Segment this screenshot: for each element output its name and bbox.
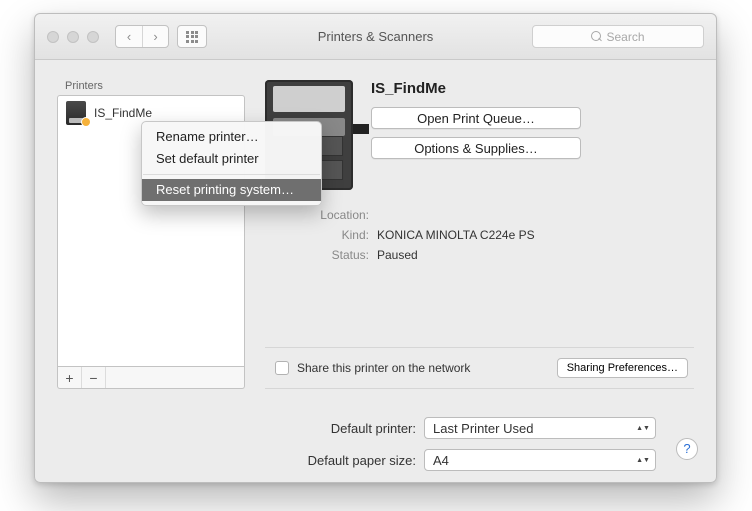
list-buttons: + − bbox=[57, 367, 245, 389]
forward-button[interactable]: › bbox=[142, 26, 168, 47]
sharing-preferences-button[interactable]: Sharing Preferences… bbox=[557, 358, 688, 378]
share-bar: Share this printer on the network Sharin… bbox=[265, 347, 694, 389]
options-supplies-button[interactable]: Options & Supplies… bbox=[371, 137, 581, 159]
printer-list-header: Printers bbox=[57, 80, 245, 95]
help-button[interactable]: ? bbox=[676, 438, 698, 460]
nav-back-forward: ‹ › bbox=[115, 25, 169, 48]
location-label: Location: bbox=[295, 208, 369, 222]
detail-header: IS_FindMe Open Print Queue… Options & Su… bbox=[265, 80, 694, 190]
search-icon bbox=[591, 31, 602, 42]
ctx-separator bbox=[143, 174, 320, 175]
default-paper-select[interactable]: A4 ▲▼ bbox=[424, 449, 656, 471]
search-placeholder: Search bbox=[606, 30, 644, 44]
kind-label: Kind: bbox=[295, 228, 369, 242]
window-controls bbox=[47, 31, 99, 43]
default-printer-label: Default printer: bbox=[331, 421, 416, 436]
chevron-updown-icon: ▲▼ bbox=[635, 452, 651, 468]
close-dot[interactable] bbox=[47, 31, 59, 43]
ctx-reset-printing-system[interactable]: Reset printing system… bbox=[142, 179, 321, 201]
back-button[interactable]: ‹ bbox=[116, 26, 142, 47]
printer-meta: Location: Kind: KONICA MINOLTA C224e PS … bbox=[295, 208, 694, 262]
preferences-window: ‹ › Printers & Scanners Search Printers … bbox=[34, 13, 717, 483]
ctx-rename-printer[interactable]: Rename printer… bbox=[142, 126, 321, 148]
search-field[interactable]: Search bbox=[532, 25, 704, 48]
status-value: Paused bbox=[377, 248, 418, 262]
titlebar: ‹ › Printers & Scanners Search bbox=[35, 14, 716, 60]
ctx-set-default[interactable]: Set default printer bbox=[142, 148, 321, 170]
default-printer-select[interactable]: Last Printer Used ▲▼ bbox=[424, 417, 656, 439]
body: Printers IS_FindMe + − IS_Fin bbox=[35, 60, 716, 403]
detail-controls: IS_FindMe Open Print Queue… Options & Su… bbox=[371, 80, 581, 190]
add-printer-button[interactable]: + bbox=[58, 367, 82, 388]
remove-printer-button[interactable]: − bbox=[82, 367, 106, 388]
share-label: Share this printer on the network bbox=[297, 361, 470, 375]
default-paper-label: Default paper size: bbox=[308, 453, 416, 468]
default-printer-value: Last Printer Used bbox=[433, 421, 533, 436]
open-print-queue-button[interactable]: Open Print Queue… bbox=[371, 107, 581, 129]
zoom-dot[interactable] bbox=[87, 31, 99, 43]
show-all-button[interactable] bbox=[177, 25, 207, 48]
printer-name: IS_FindMe bbox=[94, 106, 152, 120]
status-label: Status: bbox=[295, 248, 369, 262]
printer-detail: IS_FindMe Open Print Queue… Options & Su… bbox=[265, 80, 694, 389]
kind-value: KONICA MINOLTA C224e PS bbox=[377, 228, 535, 242]
status-dot-icon bbox=[82, 118, 90, 126]
detail-printer-name: IS_FindMe bbox=[371, 80, 581, 97]
grid-icon bbox=[186, 31, 198, 43]
chevron-updown-icon: ▲▼ bbox=[635, 420, 651, 436]
minimize-dot[interactable] bbox=[67, 31, 79, 43]
share-checkbox[interactable] bbox=[275, 361, 289, 375]
default-paper-value: A4 bbox=[433, 453, 449, 468]
defaults-section: Default printer: Last Printer Used ▲▼ De… bbox=[35, 403, 716, 471]
context-menu[interactable]: Rename printer… Set default printer Rese… bbox=[141, 121, 322, 206]
